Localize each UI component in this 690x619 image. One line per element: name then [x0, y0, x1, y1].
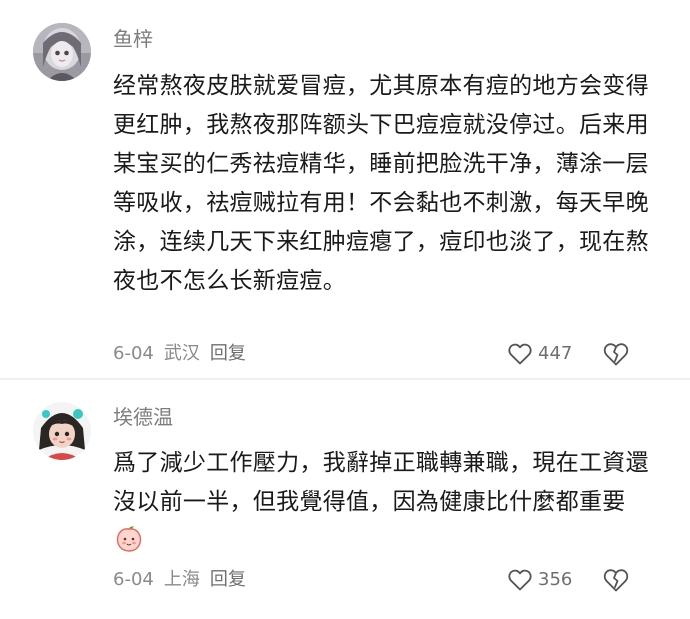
like-count: 447 [538, 343, 573, 364]
avatar[interactable] [33, 23, 91, 81]
dislike-button[interactable] [603, 568, 629, 592]
comment-item: 埃德温 爲了減少工作壓力，我辭掉正職轉兼職，現在工資還沒以前一半，但我覺得值，因… [0, 380, 690, 619]
reply-button[interactable]: 回复 [210, 343, 246, 364]
heart-icon [508, 569, 532, 591]
comment-meta: 6-04 武汉 回复 [113, 342, 256, 366]
comment-text-content: 爲了減少工作壓力，我辭掉正職轉兼職，現在工資還沒以前一半，但我覺得值，因為健康比… [113, 450, 649, 515]
peach-emoji-icon [116, 526, 142, 552]
comment-meta: 6-04 上海 回复 [113, 568, 256, 592]
comment-text: 爲了減少工作壓力，我辭掉正職轉兼職，現在工資還沒以前一半，但我覺得值，因為健康比… [113, 444, 653, 561]
comment-item: 鱼梓 经常熬夜皮肤就爱冒痘，尤其原本有痘的地方会变得更红肿，我熬夜那阵额头下巴痘… [0, 0, 690, 378]
comment-date: 6-04 [113, 343, 154, 364]
broken-heart-icon [603, 569, 629, 592]
heart-icon [508, 343, 532, 365]
comment-location: 武汉 [163, 343, 200, 364]
like-count: 356 [538, 569, 573, 590]
avatar[interactable] [33, 402, 91, 460]
reply-button[interactable]: 回复 [210, 569, 246, 590]
dislike-button[interactable] [603, 342, 629, 366]
broken-heart-icon [603, 343, 629, 366]
like-button[interactable]: 447 [508, 341, 572, 367]
comment-date: 6-04 [113, 569, 154, 590]
cartoon-girl-avatar-icon [33, 402, 91, 460]
comment-username[interactable]: 鱼梓 [113, 25, 153, 53]
comment-text: 经常熬夜皮肤就爱冒痘，尤其原本有痘的地方会变得更红肿，我熬夜那阵额头下巴痘痘就没… [113, 73, 649, 294]
like-button[interactable]: 356 [508, 567, 572, 593]
comment-location: 上海 [163, 569, 200, 590]
comment-username[interactable]: 埃德温 [113, 403, 173, 431]
anime-girl-avatar-icon [33, 23, 91, 81]
